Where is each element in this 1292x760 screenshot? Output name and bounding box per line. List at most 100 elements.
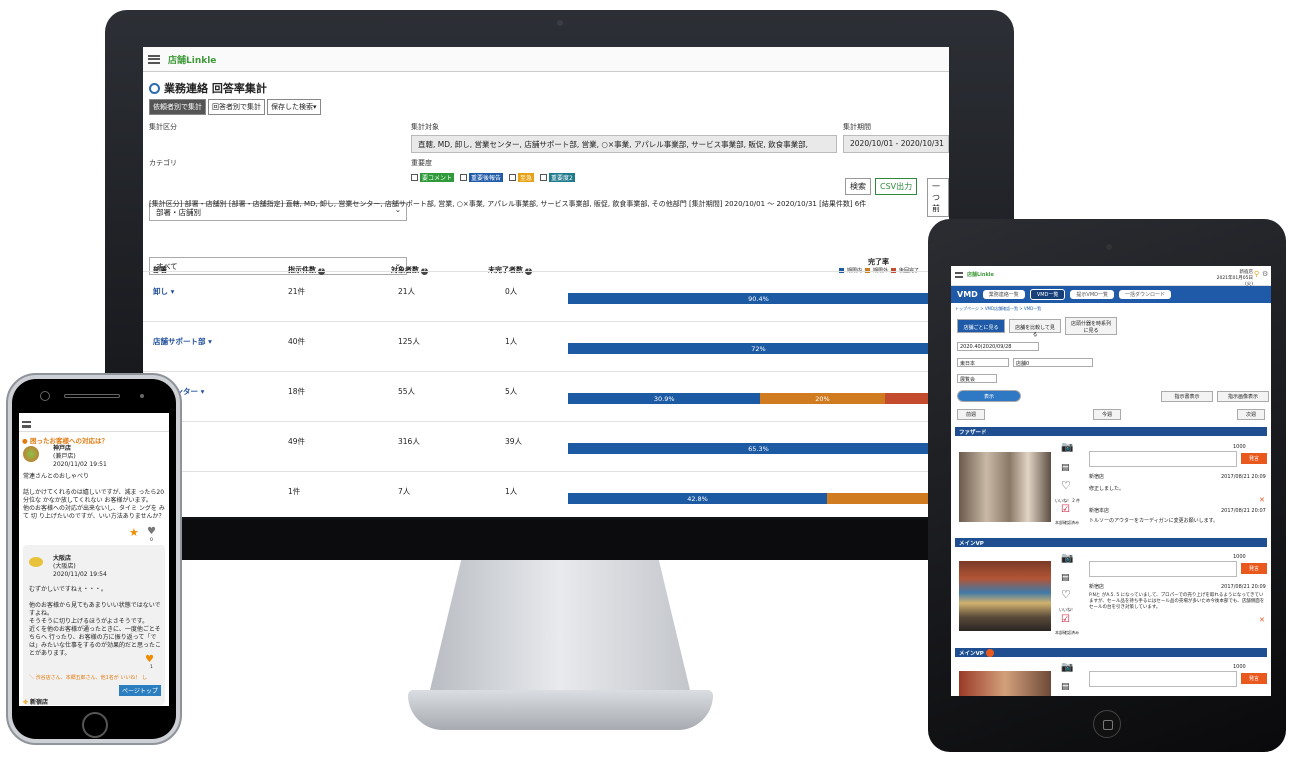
store-photo[interactable] [959,452,1051,522]
category-select[interactable]: 展覧会 [957,374,997,383]
menu-icon[interactable] [148,54,160,64]
target-field[interactable]: 直轄, MD, 卸し, 営業センター, 店舗サポート部, 営業, ○×事業, ア… [411,135,837,153]
bar-segment: 42.8% [568,493,828,504]
cell-instr: 1件 [288,487,301,496]
camera-icon[interactable]: 📷 [1061,442,1073,453]
badge-icon [985,648,994,657]
period-select[interactable]: 2020.40(2020/09/28 [957,342,1039,351]
heart-icon[interactable]: ♡ [1061,479,1071,492]
speaker-icon [64,394,120,398]
completion-bar: 72% [568,343,949,354]
camera-icon [40,391,50,401]
nav-tab-download[interactable]: 一括ダウンロード [1119,290,1172,299]
importance-checks: 要コメント 重要後報告 至急 重要度2 [411,173,575,182]
heart-icon[interactable]: ♡ [1061,588,1071,601]
char-counter: 1000 [1233,554,1246,560]
phone-screen: ● 困ったお客様への対応は？ 神戸店 (兼戸店) 2020/11/02 19:51 … [19,413,169,706]
heart-icon[interactable]: ♥ [147,526,156,537]
check-icon[interactable]: ☑ [1061,614,1070,625]
cell-target: 21人 [398,287,416,296]
bar-segment: 65.3% [568,443,949,454]
gear-icon[interactable]: ⚙ [1262,270,1268,278]
back-button[interactable]: 一つ前 [927,178,949,217]
cell-dept[interactable]: 店舗サポート部 ▾ [153,336,212,347]
heart-icon[interactable]: ♥ [145,654,154,665]
comment-date: 2017/08/21 20:09 [1221,474,1266,480]
confirmed-label: 本部確認済み [1055,630,1079,635]
next-week-button[interactable]: 次週 [1237,409,1265,420]
nav-tab-business[interactable]: 業務連絡一覧 [982,290,1025,299]
camera-icon[interactable]: 📷 [1061,662,1073,673]
importance-check-3[interactable]: 至急 [509,173,535,182]
post-button[interactable]: 発言 [1241,453,1267,464]
cell-target: 55人 [398,387,416,396]
table-row: 店舗サポート部 ▾ 40件 125人 1人 72% [143,321,949,369]
store-photo[interactable] [959,561,1051,631]
instruction-doc-button[interactable]: 指示書表示 [1161,391,1213,402]
completion-bar: 90.4% [568,293,949,304]
check-icon[interactable]: ☑ [1061,504,1070,515]
search-icon[interactable]: ⚲ [1254,270,1259,278]
file-icon[interactable]: ▤ [1061,682,1070,692]
comment-input[interactable] [1089,671,1237,687]
tab-saved-search[interactable]: 保存した検索▾ [267,99,321,115]
delete-icon[interactable]: ✕ [1259,496,1265,504]
camera-icon[interactable]: 📷 [1061,553,1073,564]
desktop-screen: 店舗Linkle 業務連絡 回答率集計 依頼者別で集計 回答者別で集計 保存した… [143,47,949,517]
csv-button[interactable]: CSV出力 [875,178,918,195]
importance-check-4[interactable]: 重要度2 [540,173,575,182]
tablet-header: 店舗Linkle 新宿店 2021年01月05日(火) ⚲ ⚙ [951,266,1271,287]
view-tab-store[interactable]: 店舗ごとに見る [957,319,1005,333]
breadcrumb[interactable]: トップページ > VMD店舗確認一覧 > VMD一覧 [955,306,1271,312]
store-select[interactable]: 店舗0 [1013,358,1093,367]
target-label: 集計対象 [411,123,439,131]
prev-week-button[interactable]: 前週 [957,409,985,420]
col-rate: 完了率 [868,258,889,266]
area-select[interactable]: 東日本 [957,358,1009,367]
comment-input[interactable] [1089,561,1237,577]
file-icon[interactable]: ▤ [1061,573,1070,583]
star-icon[interactable]: ★ [129,526,139,539]
post-button[interactable]: 発言 [1241,563,1267,574]
show-button[interactable]: 表示 [957,390,1021,402]
instruction-image-button[interactable]: 指示画像表示 [1217,391,1269,402]
store-photo[interactable] [959,671,1051,696]
tab-by-requester[interactable]: 依頼者別で集計 [149,99,206,115]
delete-icon[interactable]: ✕ [1259,616,1265,624]
reply-text: トルソーのアウターをカーディガンに変更お願いします。 [1089,518,1219,524]
table-row: 1件 7人 1人 42.8% [143,471,949,517]
importance-check-2[interactable]: 重要後報告 [460,173,504,182]
cell-target: 125人 [398,337,420,346]
home-button[interactable] [82,712,108,738]
tab-by-responder[interactable]: 回答者別で集計 [208,99,265,115]
comment-date: 2017/08/21 20:09 [1221,584,1266,590]
post-button[interactable]: 発言 [1241,673,1267,684]
confirmed-label: 本部確認済み [1055,520,1079,525]
view-tab-compare[interactable]: 店舗を比較して見る [1009,319,1061,338]
search-summary: [集計区分] 部署・店舗別 [部署・店舗指定] 直轄, MD, 卸し, 営業セン… [149,200,867,208]
bar-segment: 30.9% [568,393,761,404]
like-label: いいね！ [1059,607,1075,612]
menu-icon[interactable] [22,421,31,428]
comment-input[interactable] [1089,451,1237,467]
cell-incomplete: 39人 [505,437,523,446]
current-week-button[interactable]: 今週 [1093,409,1121,420]
reply-date: 2017/08/21 20:07 [1221,508,1266,514]
page-title: 業務連絡 回答率集計 [149,80,949,96]
tablet-screen: 店舗Linkle 新宿店 2021年01月05日(火) ⚲ ⚙ VMD 業務連絡一… [951,266,1271,696]
search-button[interactable]: 検索 [845,178,871,195]
period-label: 集計期間 [843,123,871,131]
view-tab-timeline[interactable]: 店頭什器を時系列に見る [1065,317,1117,335]
file-icon[interactable]: ▤ [1061,463,1070,473]
cell-dept[interactable]: 卸し ▾ [153,286,174,297]
menu-icon[interactable] [955,272,963,278]
page-top-button[interactable]: ページトップ [119,685,161,696]
nav-tab-vmd[interactable]: VMD一覧 [1029,289,1066,300]
importance-check-1[interactable]: 要コメント [411,173,455,182]
like-notice[interactable]: ＼ 渋谷店さん、本郷五郎さん、他1名が いいね！ し [29,674,147,681]
home-button[interactable] [1093,710,1121,738]
period-field[interactable]: 2020/10/01 - 2020/10/31 [843,135,949,153]
chart-icon [149,82,160,94]
nav-tab-shown-vmd[interactable]: 提示VMD一覧 [1070,290,1114,299]
aggregate-label: 集計区分 [149,123,177,131]
